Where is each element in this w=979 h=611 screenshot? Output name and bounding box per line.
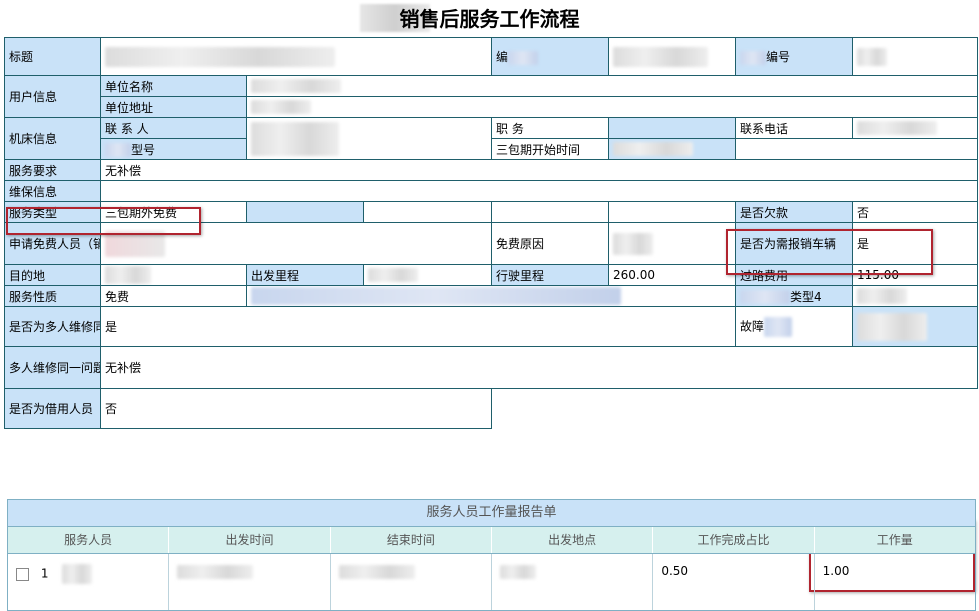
label-need-report-vehicle: 是否为需报销车辆 <box>735 222 854 265</box>
service-type-extra-2 <box>362 201 493 223</box>
service-type-value[interactable]: 三包期外免费 <box>100 201 247 223</box>
code-field[interactable] <box>608 37 737 76</box>
label-model: 型号 <box>100 138 247 160</box>
col-end-time: 结束时间 <box>329 527 491 553</box>
toll-value[interactable]: 115.00 <box>852 264 979 286</box>
label-number: 编号 <box>735 37 854 76</box>
label-multi-repair: 是否为多人维修同一问题 <box>4 306 101 347</box>
label-service-type: 服务类型 <box>4 201 101 223</box>
page-title: 销售后服务工作流程 <box>399 7 580 31</box>
workload-report: 服务人员工作量报告单 服务人员 出发时间 结束时间 出发地点 工作完成占比 工作… <box>7 499 976 611</box>
workload-title: 服务人员工作量报告单 <box>8 500 975 526</box>
table-row: 1 0.50 1.00 <box>8 553 975 610</box>
free-applicant-field[interactable] <box>99 222 493 265</box>
row-start-time[interactable] <box>168 554 329 610</box>
label-contact: 联 系 人 <box>100 117 247 139</box>
label-maintenance: 维保信息 <box>4 180 101 202</box>
machine-extra-field <box>735 138 979 160</box>
multi-desc-value[interactable]: 无补偿 <box>99 346 979 389</box>
destination-field[interactable] <box>100 264 247 286</box>
label-destination: 目的地 <box>4 264 101 286</box>
unit-address-field[interactable] <box>245 96 979 118</box>
fault-field[interactable] <box>852 306 979 347</box>
need-report-vehicle-value[interactable]: 是 <box>852 222 979 265</box>
label-unit-address: 单位地址 <box>100 96 247 118</box>
label-warranty-start: 三包期开始时间 <box>491 138 610 160</box>
workload-header: 服务人员 出发时间 结束时间 出发地点 工作完成占比 工作量 <box>8 526 975 553</box>
service-req-value[interactable]: 无补偿 <box>99 159 979 181</box>
row-start-place[interactable] <box>490 554 652 610</box>
position-field[interactable] <box>608 117 737 139</box>
label-multi-desc: 多人维修同一问题的描述 <box>4 346 101 389</box>
service-type-extra-4 <box>608 201 737 223</box>
row-checkbox[interactable] <box>16 567 29 581</box>
title-field[interactable] <box>99 37 493 76</box>
label-fault: 故障 <box>735 306 854 347</box>
borrowed-value[interactable]: 否 <box>99 388 493 429</box>
service-type-extra-3 <box>491 201 610 223</box>
col-start-time: 出发时间 <box>168 527 329 553</box>
service-nature-extra <box>245 285 737 307</box>
label-phone: 联系电话 <box>735 117 854 139</box>
label-arrears: 是否欠款 <box>735 201 854 223</box>
empty-area <box>491 388 978 429</box>
col-start-place: 出发地点 <box>490 527 652 553</box>
unit-name-field[interactable] <box>245 75 979 97</box>
number-field[interactable] <box>852 37 979 76</box>
col-workload: 工作量 <box>813 527 975 553</box>
service-nature-value[interactable]: 免费 <box>100 285 247 307</box>
label-drive-mileage: 行驶里程 <box>491 264 610 286</box>
row-end-time[interactable] <box>329 554 491 610</box>
arrears-value[interactable]: 否 <box>852 201 979 223</box>
label-title: 标题 <box>4 37 101 76</box>
drive-mileage-value[interactable]: 260.00 <box>608 264 737 286</box>
warranty-start-field[interactable] <box>608 138 737 160</box>
label-start-mileage: 出发里程 <box>246 264 364 286</box>
type4-field[interactable] <box>852 285 979 307</box>
service-form: 标题 编 编号 用户信息 单位名称 单位地址 机床信息 联 系 人 职 务 联系… <box>4 37 979 429</box>
label-type4: 类型4 <box>735 285 854 307</box>
row-completion-ratio[interactable]: 0.50 <box>652 554 813 610</box>
phone-field[interactable] <box>852 117 979 139</box>
row-workload[interactable]: 1.00 <box>813 554 975 610</box>
label-code: 编 <box>491 37 610 76</box>
label-position: 职 务 <box>491 117 610 139</box>
service-type-extra-1 <box>246 201 364 223</box>
col-completion-ratio: 工作完成占比 <box>652 527 813 553</box>
maintenance-field[interactable] <box>99 180 979 202</box>
row-index: 1 <box>40 566 49 581</box>
row-staff-cell: 1 <box>8 554 168 610</box>
staff-name <box>62 564 93 584</box>
label-unit-name: 单位名称 <box>100 75 247 97</box>
contact-field[interactable] <box>245 117 493 160</box>
label-service-req: 服务要求 <box>4 159 101 181</box>
label-machine-info: 机床信息 <box>4 117 101 160</box>
start-mileage-field[interactable] <box>362 264 493 286</box>
col-staff: 服务人员 <box>64 533 113 547</box>
multi-repair-value[interactable]: 是 <box>99 306 737 347</box>
free-reason-field[interactable] <box>608 222 737 265</box>
label-toll: 过路费用 <box>735 264 854 286</box>
label-service-nature: 服务性质 <box>4 285 101 307</box>
label-user-info: 用户信息 <box>4 75 101 118</box>
label-free-applicant: 申请免费人员（销售） <box>4 222 101 265</box>
label-borrowed: 是否为借用人员 <box>4 388 101 429</box>
label-free-reason: 免费原因 <box>491 222 610 265</box>
